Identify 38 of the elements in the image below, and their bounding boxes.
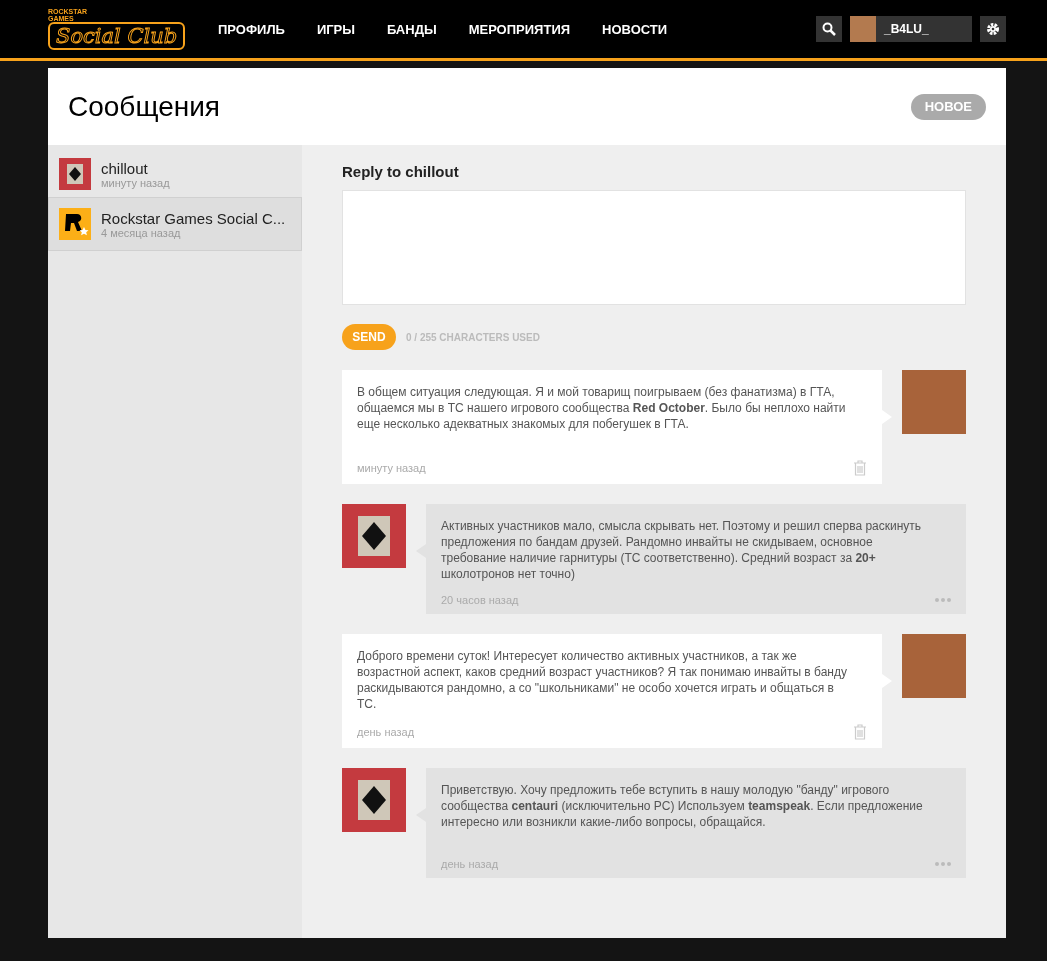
conversation-name: Rockstar Games Social C... [101, 209, 286, 227]
more-icon[interactable] [935, 598, 951, 602]
user-menu[interactable]: _B4LU_ [850, 16, 972, 42]
nav-link[interactable]: ПРОФИЛЬ [218, 21, 285, 37]
logo-text[interactable]: Social Club [48, 22, 186, 50]
more-icon[interactable] [935, 862, 951, 866]
nav-link[interactable]: МЕРОПРИЯТИЯ [468, 21, 571, 37]
photo-placeholder [902, 634, 966, 698]
conversation-name: chillout [101, 159, 149, 177]
playing-card-icon [342, 504, 406, 568]
settings-icon [986, 22, 1000, 36]
conversation-item[interactable]: Rockstar Games Social C... 4 месяца назад [48, 197, 302, 251]
nav-link[interactable]: ИГРЫ [316, 21, 355, 37]
message-text: В общем ситуация следующая. Я и мой товарищ поигрываем (без фанатизма) в ГТА, общаемся мы в ТС нашего игрового сообщества Red October. Было бы неплохо найти еще несколько адекватных знакомых для побегушек в ГТА. [357, 384, 847, 433]
r-star-logo [59, 208, 91, 240]
playing-card-icon [342, 768, 406, 832]
playing-card-icon [59, 158, 91, 190]
photo-placeholder [902, 370, 966, 434]
nav-link[interactable]: БАНДЫ [387, 21, 437, 37]
message-time: минуту назад [357, 462, 426, 474]
nav-link[interactable]: НОВОСТИ [602, 21, 668, 37]
reply-title: Reply to chillout [342, 163, 460, 180]
page-title: Сообщения [68, 90, 220, 123]
search-button[interactable] [816, 16, 842, 42]
conversation-time: 4 месяца назад [101, 226, 182, 239]
settings-button[interactable] [980, 16, 1006, 42]
message-text: Активных участников мало, смысла скрывать нет. Поэтому и решил сперва раскинуть предложения по бандам друзей. Рандомно инвайты не скидываем, основное требование наличие гарнитуры (ТС соответственно). Средний возраст за 20+ школотронов нет точно) [441, 518, 923, 583]
trash-icon[interactable] [853, 460, 867, 476]
message-time: день назад [357, 726, 415, 738]
conversation-time: минуту назад [101, 176, 170, 189]
message-text: Приветствую. Хочу предложить тебе вступить в нашу молодую "банду" игрового сообщества centauri (исключительно PC) Используем teamspeak. Если предложение интересно или возникли какие-либо вопросы, обращайся. [441, 782, 924, 831]
trash-icon[interactable] [853, 724, 867, 740]
avatar-image [850, 16, 876, 42]
conversation-item[interactable]: chillout минуту назад [48, 151, 302, 197]
username: _B4LU_ [884, 22, 929, 36]
message-text: Доброго времени суток! Интересует количество активных участников, а так же возрастной аспект, каков средний возраст участников? Я так понимаю инвайты в банду раскидываются рандомно, а со "школьниками" не особо хочется играть и общаться в ТС. [357, 648, 848, 713]
search-icon [822, 22, 836, 36]
reply-field[interactable] [342, 190, 966, 305]
